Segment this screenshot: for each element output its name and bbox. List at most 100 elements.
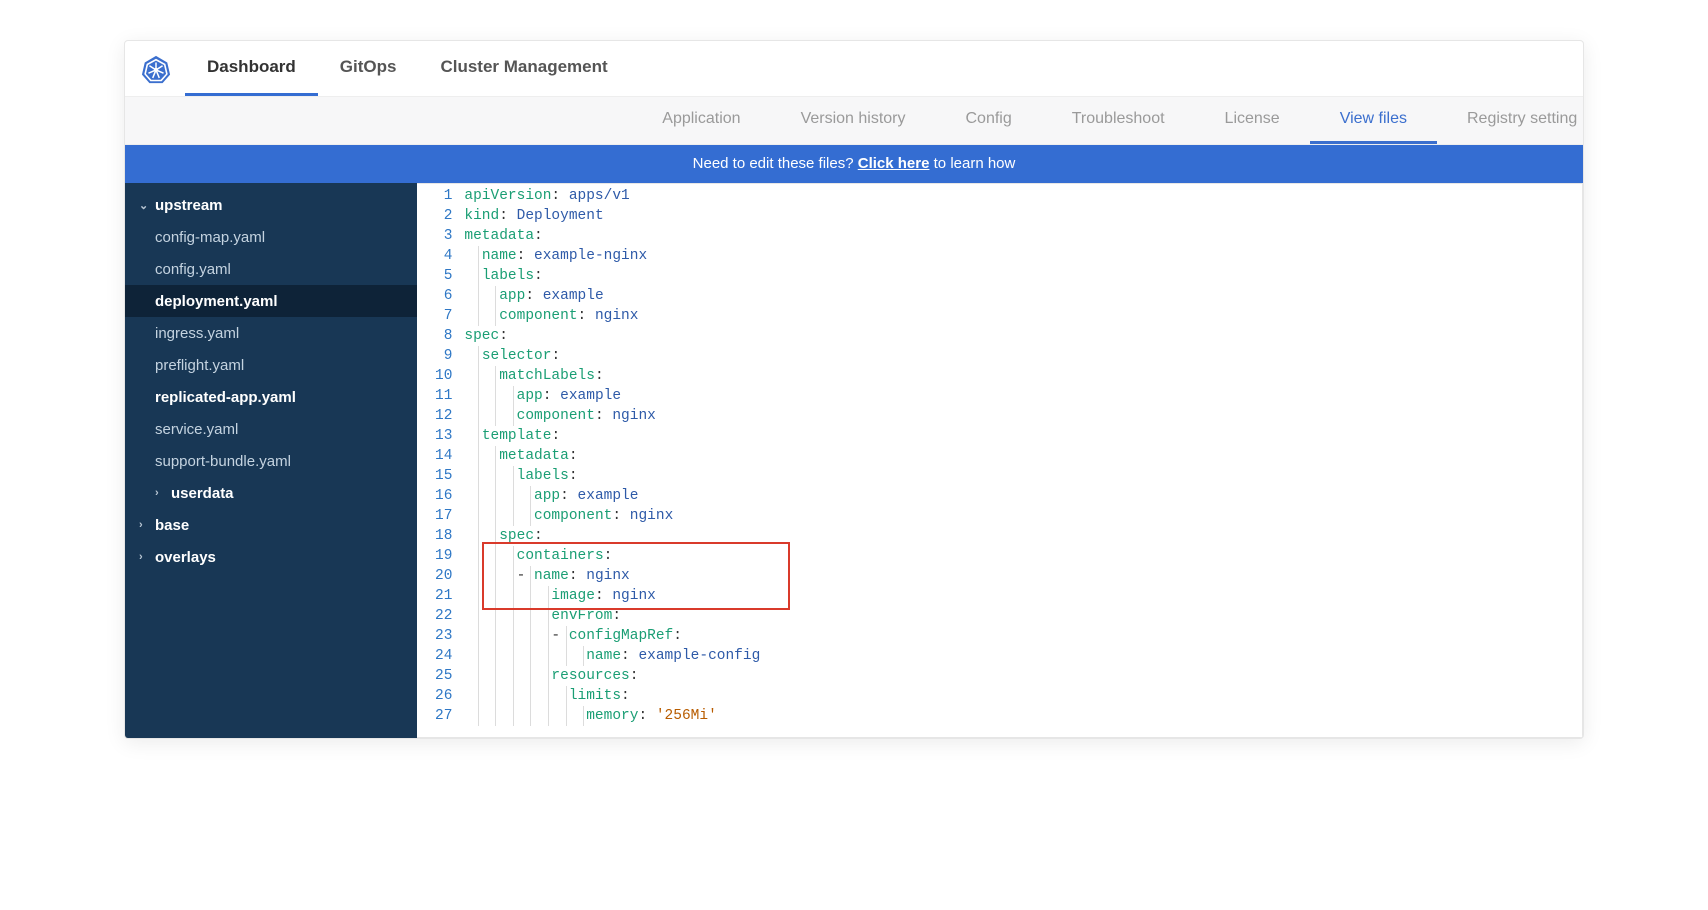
top-nav-tab-dashboard[interactable]: Dashboard bbox=[185, 41, 318, 96]
tree-item-label: config.yaml bbox=[155, 261, 231, 278]
indent-guide bbox=[530, 586, 531, 606]
indent-guide bbox=[495, 586, 496, 606]
chevron-right-icon: › bbox=[139, 519, 153, 531]
indent-guide bbox=[548, 706, 549, 726]
indent-guide bbox=[513, 506, 514, 526]
tree-item-label: service.yaml bbox=[155, 421, 238, 438]
tree-file-preflight-yaml[interactable]: preflight.yaml bbox=[125, 349, 417, 381]
indent-guide bbox=[548, 606, 549, 626]
indent-guide bbox=[495, 486, 496, 506]
chevron-right-icon: › bbox=[139, 551, 153, 563]
indent-guide bbox=[478, 426, 479, 446]
sub-nav-tab-license[interactable]: License bbox=[1195, 97, 1310, 144]
banner-text-suffix: to learn how bbox=[929, 155, 1015, 172]
indent-guide bbox=[530, 686, 531, 706]
indent-guide bbox=[478, 626, 479, 646]
tree-file-ingress-yaml[interactable]: ingress.yaml bbox=[125, 317, 417, 349]
indent-guide bbox=[478, 486, 479, 506]
line-number: 18 bbox=[435, 526, 452, 546]
indent-guide bbox=[495, 366, 496, 386]
code-editor[interactable]: 1234567891011121314151617181920212223242… bbox=[417, 183, 1583, 738]
sub-nav-tab-troubleshoot[interactable]: Troubleshoot bbox=[1042, 97, 1195, 144]
sub-nav-tab-application[interactable]: Application bbox=[632, 97, 770, 144]
indent-guide bbox=[513, 466, 514, 486]
app-frame: DashboardGitOpsCluster Management Applic… bbox=[124, 40, 1584, 739]
indent-guide bbox=[530, 646, 531, 666]
tree-item-label: ingress.yaml bbox=[155, 325, 239, 342]
sub-nav-tab-version-history[interactable]: Version history bbox=[771, 97, 936, 144]
indent-guide bbox=[495, 506, 496, 526]
top-nav-tabs: DashboardGitOpsCluster Management bbox=[185, 41, 630, 96]
code-line: labels: bbox=[464, 466, 1572, 486]
code-line: - configMapRef: bbox=[464, 626, 1572, 646]
indent-guide bbox=[513, 626, 514, 646]
indent-guide bbox=[478, 306, 479, 326]
indent-guide bbox=[478, 526, 479, 546]
line-number: 15 bbox=[435, 466, 452, 486]
sub-nav-tab-config[interactable]: Config bbox=[936, 97, 1042, 144]
line-number: 22 bbox=[435, 606, 452, 626]
tree-file-deployment-yaml[interactable]: deployment.yaml bbox=[125, 285, 417, 317]
indent-guide bbox=[583, 646, 584, 666]
tree-item-label: upstream bbox=[155, 197, 223, 214]
chevron-right-icon: › bbox=[155, 487, 169, 499]
tree-file-config-yaml[interactable]: config.yaml bbox=[125, 253, 417, 285]
indent-guide bbox=[530, 706, 531, 726]
indent-guide bbox=[478, 646, 479, 666]
code-line: envFrom: bbox=[464, 606, 1572, 626]
code-line: component: nginx bbox=[464, 306, 1572, 326]
indent-guide bbox=[513, 566, 514, 586]
indent-guide bbox=[478, 446, 479, 466]
indent-guide bbox=[495, 306, 496, 326]
indent-guide bbox=[478, 346, 479, 366]
code-line: name: example-config bbox=[464, 646, 1572, 666]
code-line: name: example-nginx bbox=[464, 246, 1572, 266]
tree-file-config-map-yaml[interactable]: config-map.yaml bbox=[125, 221, 417, 253]
line-number: 24 bbox=[435, 646, 452, 666]
indent-guide bbox=[495, 446, 496, 466]
code-line: selector: bbox=[464, 346, 1572, 366]
code-content: apiVersion: apps/v1kind: Deploymentmetad… bbox=[464, 186, 1582, 737]
tree-file-support-bundle-yaml[interactable]: support-bundle.yaml bbox=[125, 445, 417, 477]
top-nav-tab-cluster-management[interactable]: Cluster Management bbox=[418, 41, 629, 96]
code-line: image: nginx bbox=[464, 586, 1572, 606]
indent-guide bbox=[478, 606, 479, 626]
indent-guide bbox=[513, 546, 514, 566]
indent-guide bbox=[513, 486, 514, 506]
indent-guide bbox=[530, 666, 531, 686]
indent-guide bbox=[478, 566, 479, 586]
code-line: memory: '256Mi' bbox=[464, 706, 1572, 726]
tree-item-label: preflight.yaml bbox=[155, 357, 244, 374]
indent-guide bbox=[566, 626, 567, 646]
code-line: metadata: bbox=[464, 226, 1572, 246]
indent-guide bbox=[513, 586, 514, 606]
main-area: ⌄upstreamconfig-map.yaml config.yaml deplo… bbox=[125, 183, 1583, 738]
file-tree-sidebar: ⌄upstreamconfig-map.yaml config.yaml deplo… bbox=[125, 183, 417, 738]
line-number: 21 bbox=[435, 586, 452, 606]
indent-guide bbox=[548, 626, 549, 646]
top-nav: DashboardGitOpsCluster Management bbox=[125, 41, 1583, 97]
indent-guide bbox=[513, 666, 514, 686]
tree-file-service-yaml[interactable]: service.yaml bbox=[125, 413, 417, 445]
tree-item-label: replicated-app.yaml bbox=[155, 389, 296, 406]
indent-guide bbox=[566, 646, 567, 666]
line-number: 17 bbox=[435, 506, 452, 526]
indent-guide bbox=[495, 646, 496, 666]
tree-folder-overlays[interactable]: ›overlays bbox=[125, 541, 417, 573]
tree-folder-userdata[interactable]: ›userdata bbox=[125, 477, 417, 509]
indent-guide bbox=[530, 566, 531, 586]
code-line: template: bbox=[464, 426, 1572, 446]
line-number: 4 bbox=[435, 246, 452, 266]
top-nav-tab-gitops[interactable]: GitOps bbox=[318, 41, 419, 96]
indent-guide bbox=[478, 406, 479, 426]
tree-folder-base[interactable]: ›base bbox=[125, 509, 417, 541]
tree-file-replicated-app-yaml[interactable]: replicated-app.yaml bbox=[125, 381, 417, 413]
tree-folder-upstream[interactable]: ⌄upstream bbox=[125, 189, 417, 221]
line-number: 5 bbox=[435, 266, 452, 286]
edit-files-banner: Need to edit these files? Click here to … bbox=[125, 145, 1583, 183]
line-number: 8 bbox=[435, 326, 452, 346]
sub-nav-tab-registry-settings[interactable]: Registry settings bbox=[1437, 97, 1577, 144]
banner-link[interactable]: Click here bbox=[858, 155, 930, 172]
indent-guide bbox=[478, 286, 479, 306]
sub-nav-tab-view-files[interactable]: View files bbox=[1310, 97, 1437, 144]
